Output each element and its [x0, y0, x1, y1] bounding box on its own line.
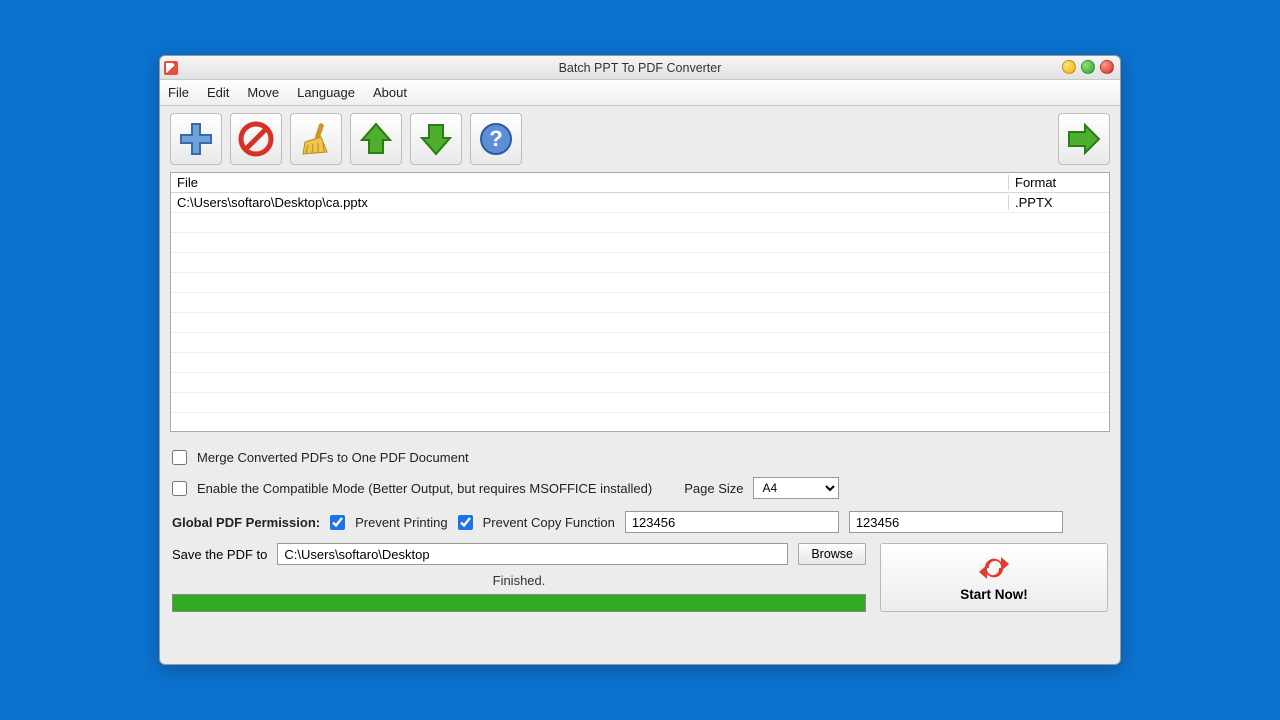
- close-button[interactable]: [1100, 60, 1114, 74]
- list-body: C:\Users\softaro\Desktop\ca.pptx .PPTX: [171, 193, 1109, 431]
- progress-bar: [172, 594, 866, 612]
- cell-file: C:\Users\softaro\Desktop\ca.pptx: [171, 195, 1009, 210]
- table-row: [171, 373, 1109, 393]
- column-format[interactable]: Format: [1009, 175, 1109, 190]
- svg-text:?: ?: [489, 126, 502, 151]
- arrow-up-icon: [357, 120, 395, 158]
- app-window: Batch PPT To PDF Converter File Edit Mov…: [159, 55, 1121, 665]
- menu-move[interactable]: Move: [247, 85, 279, 100]
- table-row: [171, 233, 1109, 253]
- move-up-button[interactable]: [350, 113, 402, 165]
- broom-icon: [297, 120, 335, 158]
- help-button[interactable]: ?: [470, 113, 522, 165]
- refresh-icon: [977, 553, 1011, 583]
- table-row: [171, 393, 1109, 413]
- go-button[interactable]: [1058, 113, 1110, 165]
- compat-label: Enable the Compatible Mode (Better Outpu…: [197, 481, 652, 496]
- table-row: [171, 293, 1109, 313]
- minimize-button[interactable]: [1062, 60, 1076, 74]
- save-label: Save the PDF to: [172, 547, 267, 562]
- compat-checkbox[interactable]: [172, 481, 187, 496]
- menubar: File Edit Move Language About: [160, 80, 1120, 106]
- menu-edit[interactable]: Edit: [207, 85, 229, 100]
- table-row: [171, 333, 1109, 353]
- help-icon: ?: [477, 120, 515, 158]
- arrow-right-icon: [1065, 120, 1103, 158]
- titlebar: Batch PPT To PDF Converter: [160, 56, 1120, 80]
- file-list[interactable]: File Format C:\Users\softaro\Desktop\ca.…: [170, 172, 1110, 432]
- column-file[interactable]: File: [171, 175, 1009, 190]
- table-row: [171, 353, 1109, 373]
- arrow-down-icon: [417, 120, 455, 158]
- permission-label: Global PDF Permission:: [172, 515, 320, 530]
- plus-icon: [177, 120, 215, 158]
- prevent-print-checkbox[interactable]: [330, 515, 345, 530]
- merge-label: Merge Converted PDFs to One PDF Document: [197, 450, 469, 465]
- merge-checkbox[interactable]: [172, 450, 187, 465]
- browse-button[interactable]: Browse: [798, 543, 866, 565]
- menu-file[interactable]: File: [168, 85, 189, 100]
- save-path-input[interactable]: [277, 543, 788, 565]
- maximize-button[interactable]: [1081, 60, 1095, 74]
- progress-fill: [173, 595, 865, 611]
- start-label: Start Now!: [960, 587, 1028, 602]
- prevent-copy-checkbox[interactable]: [458, 515, 473, 530]
- table-row: [171, 273, 1109, 293]
- page-size-select[interactable]: A4: [753, 477, 839, 499]
- menu-about[interactable]: About: [373, 85, 407, 100]
- list-header: File Format: [171, 173, 1109, 193]
- password2-input[interactable]: [849, 511, 1063, 533]
- table-row: [171, 413, 1109, 431]
- start-button[interactable]: Start Now!: [880, 543, 1108, 612]
- password1-input[interactable]: [625, 511, 839, 533]
- table-row: [171, 313, 1109, 333]
- page-size-label: Page Size: [684, 481, 743, 496]
- table-row: [171, 213, 1109, 233]
- window-controls: [1062, 60, 1114, 74]
- prevent-print-label: Prevent Printing: [355, 515, 448, 530]
- no-entry-icon: [237, 120, 275, 158]
- options-panel: Merge Converted PDFs to One PDF Document…: [172, 450, 1108, 533]
- bottom-panel: Save the PDF to Browse Finished. Start N…: [172, 543, 1108, 612]
- remove-button[interactable]: [230, 113, 282, 165]
- cell-format: .PPTX: [1009, 195, 1109, 210]
- table-row: [171, 253, 1109, 273]
- prevent-copy-label: Prevent Copy Function: [483, 515, 615, 530]
- table-row[interactable]: C:\Users\softaro\Desktop\ca.pptx .PPTX: [171, 193, 1109, 213]
- add-button[interactable]: [170, 113, 222, 165]
- menu-language[interactable]: Language: [297, 85, 355, 100]
- toolbar: ?: [160, 106, 1120, 172]
- clear-button[interactable]: [290, 113, 342, 165]
- status-text: Finished.: [172, 573, 866, 588]
- window-title: Batch PPT To PDF Converter: [160, 61, 1120, 75]
- move-down-button[interactable]: [410, 113, 462, 165]
